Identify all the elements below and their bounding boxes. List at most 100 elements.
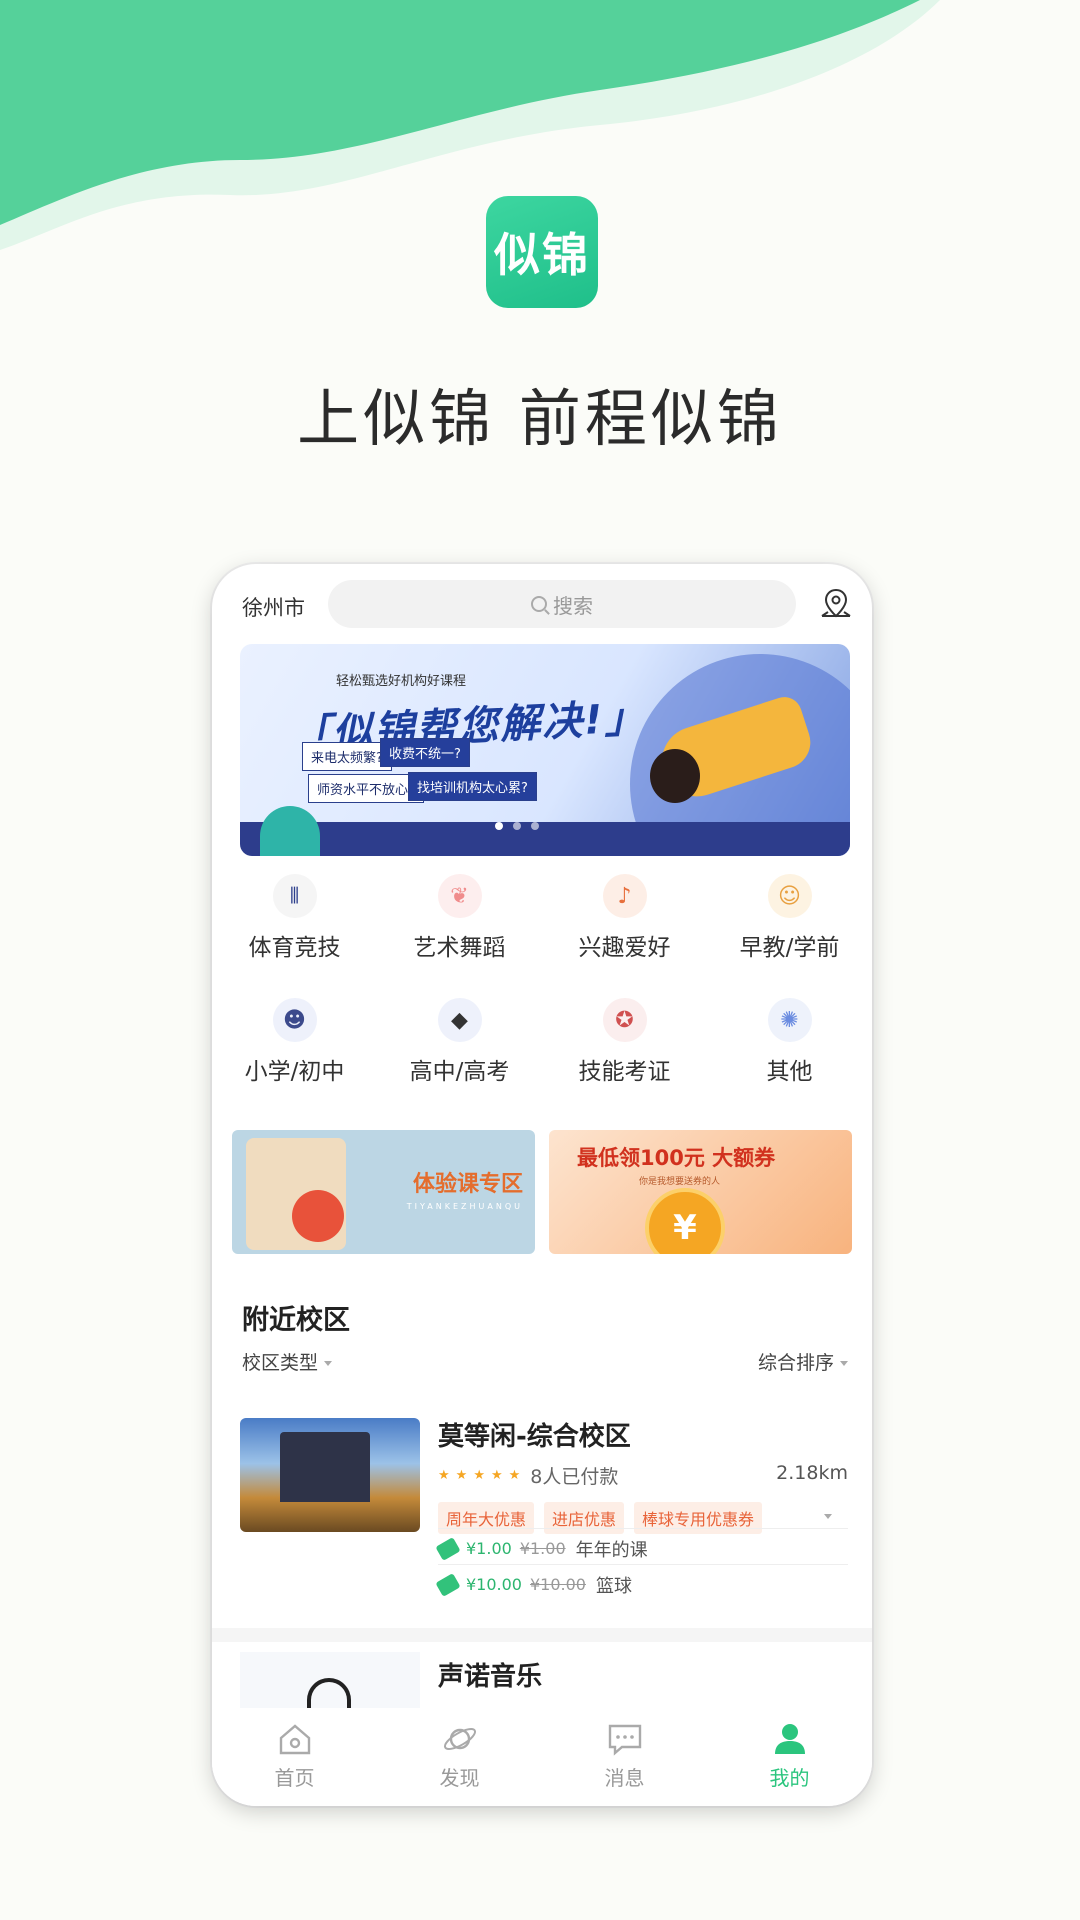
school-thumbnail <box>240 1418 420 1532</box>
category-art-dance[interactable]: ❦ 艺术舞蹈 <box>377 874 542 962</box>
distance: 2.18km <box>776 1462 848 1484</box>
offer-course: 年年的课 <box>575 1539 648 1561</box>
slogan: 上似锦 前程似锦 <box>297 382 783 455</box>
category-label: 技能考证 <box>578 1059 671 1085</box>
offer-original-price: ¥10.00 <box>529 1575 586 1594</box>
category-label: 兴趣爱好 <box>578 935 671 961</box>
tab-messages[interactable]: 消息 <box>542 1708 707 1806</box>
trial-class-card[interactable]: 体验课专区 TIYANKEZHUANQU <box>232 1130 535 1254</box>
coupon-subtitle: 你是我想要送券的人 <box>639 1177 721 1187</box>
home-icon <box>279 1724 310 1755</box>
filter-school-type[interactable]: 校区类型 <box>242 1348 333 1375</box>
course-offer[interactable]: ¥10.00 ¥10.00 篮球 <box>435 1564 848 1604</box>
sports-icon: ⫴ <box>272 874 317 918</box>
map-pin-icon[interactable] <box>818 586 854 622</box>
expand-tags-icon[interactable] <box>824 1514 832 1519</box>
certificate-icon: ✪ <box>602 998 647 1042</box>
ticket-icon <box>435 1572 461 1597</box>
offer-original-price: ¥1.00 <box>519 1539 566 1558</box>
trial-subtitle: TIYANKEZHUANQU <box>406 1202 523 1211</box>
filter-sort[interactable]: 综合排序 <box>758 1348 848 1375</box>
star-icon: ★ <box>508 1468 521 1483</box>
city-selector[interactable]: 徐州市 <box>242 592 305 622</box>
category-sports[interactable]: ⫴ 体育竞技 <box>212 874 377 962</box>
bottom-tab-bar: 首页 发现 消息 我的 <box>212 1708 872 1806</box>
category-label: 体育竞技 <box>248 935 341 961</box>
offer-course: 篮球 <box>595 1575 632 1597</box>
other-icon: ✺ <box>767 998 812 1042</box>
trial-art-accent <box>292 1190 344 1242</box>
banner-subtitle: 轻松甄选好机构好课程 <box>336 674 467 689</box>
promo-cards: 体验课专区 TIYANKEZHUANQU 最低领100元 大额券 你是我想要送券… <box>232 1130 852 1254</box>
app-logo-text: 似锦 <box>494 228 590 282</box>
category-primary-middle[interactable]: ☻ 小学/初中 <box>212 998 377 1086</box>
star-icon: ★ <box>455 1468 468 1483</box>
tab-label: 首页 <box>274 1766 315 1790</box>
offer-price: ¥1.00 <box>466 1539 512 1558</box>
message-icon <box>608 1724 641 1756</box>
banner-note: 来电太频繁? <box>302 742 392 771</box>
carousel-dot[interactable] <box>531 822 539 830</box>
student-icon: ☻ <box>272 998 317 1042</box>
category-label: 艺术舞蹈 <box>413 935 506 961</box>
nearby-title: 附近校区 <box>242 1305 350 1336</box>
search-placeholder: 搜索 <box>553 593 593 618</box>
tab-label: 发现 <box>439 1766 480 1790</box>
coupon-title: 最低领100元 大额券 <box>577 1146 776 1170</box>
graduation-cap-icon: ◆ <box>437 998 482 1042</box>
trial-title: 体验课专区 <box>412 1172 523 1197</box>
carousel-dots[interactable] <box>495 822 539 830</box>
search-bar[interactable]: 搜索 <box>328 580 796 628</box>
section-divider <box>212 1628 872 1642</box>
star-icon: ★ <box>490 1468 503 1483</box>
star-icon: ★ <box>438 1468 450 1483</box>
category-label: 早教/学前 <box>739 935 840 961</box>
coin-icon: ¥ <box>645 1188 725 1254</box>
user-icon <box>774 1724 805 1754</box>
offer-price: ¥10.00 <box>466 1575 522 1594</box>
chevron-down-icon <box>840 1361 848 1366</box>
rating-stars: ★ ★ ★ ★ ★ 8人已付款 <box>438 1462 618 1489</box>
baby-icon: ☺ <box>767 874 812 918</box>
paid-count: 8人已付款 <box>530 1466 619 1488</box>
banner-note: 找培训机构太心累? <box>408 772 537 801</box>
building-shape <box>280 1432 370 1502</box>
phone-mockup: 徐州市 搜索 轻松甄选好机构好课程 「似锦帮您解决!」 来电太频繁? 收费不统一… <box>212 564 872 1806</box>
ballet-shoes-icon: ❦ <box>437 874 482 918</box>
category-other[interactable]: ✺ 其他 <box>707 998 872 1086</box>
tab-profile[interactable]: 我的 <box>707 1708 872 1806</box>
banner-note: 师资水平不放心? <box>308 774 424 803</box>
course-offer[interactable]: ¥1.00 ¥1.00 年年的课 <box>435 1528 848 1568</box>
category-preschool[interactable]: ☺ 早教/学前 <box>707 874 872 962</box>
category-skills-cert[interactable]: ✪ 技能考证 <box>542 998 707 1086</box>
star-icon: ★ <box>473 1468 485 1483</box>
ticket-icon <box>435 1536 461 1561</box>
top-bar: 徐州市 搜索 <box>212 564 872 644</box>
filter-label: 综合排序 <box>757 1352 834 1374</box>
carousel-dot[interactable] <box>495 822 503 830</box>
banner-hair <box>650 749 700 803</box>
category-label: 其他 <box>766 1059 813 1085</box>
app-logo: 似锦 <box>486 196 598 308</box>
guitar-icon: ♪ <box>602 874 647 918</box>
promo-banner[interactable]: 轻松甄选好机构好课程 「似锦帮您解决!」 来电太频繁? 收费不统一? 师资水平不… <box>240 644 850 856</box>
filter-label: 校区类型 <box>242 1352 319 1374</box>
banner-floor <box>240 822 850 856</box>
search-icon <box>531 596 547 612</box>
category-label: 高中/高考 <box>409 1059 510 1085</box>
coupon-card[interactable]: 最低领100元 大额券 你是我想要送券的人 ¥ <box>549 1130 852 1254</box>
school-name: 莫等闲-综合校区 <box>438 1422 631 1452</box>
school-card[interactable]: 声诺音乐 <box>212 1648 872 1708</box>
category-high-school[interactable]: ◆ 高中/高考 <box>377 998 542 1086</box>
category-hobbies[interactable]: ♪ 兴趣爱好 <box>542 874 707 962</box>
chevron-down-icon <box>324 1361 333 1366</box>
school-card[interactable]: 莫等闲-综合校区 ★ ★ ★ ★ ★ 8人已付款 2.18km 周年大优惠 进店优惠 棒… <box>212 1404 872 1608</box>
tab-home[interactable]: 首页 <box>212 1708 377 1806</box>
tab-label: 我的 <box>769 1766 810 1790</box>
school-name: 声诺音乐 <box>438 1662 543 1692</box>
banner-note: 收费不统一? <box>380 738 470 767</box>
tab-discover[interactable]: 发现 <box>377 1708 542 1806</box>
tab-label: 消息 <box>604 1766 645 1790</box>
category-label: 小学/初中 <box>244 1059 345 1085</box>
carousel-dot[interactable] <box>513 822 521 830</box>
